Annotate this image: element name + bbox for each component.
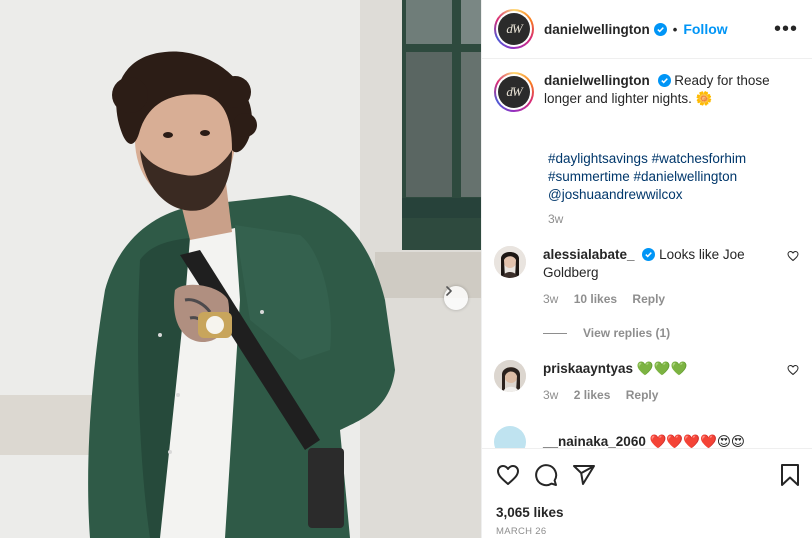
chevron-right-icon: [446, 286, 452, 296]
action-icons: [496, 459, 801, 491]
heart-icon[interactable]: [787, 364, 799, 379]
heart-icon[interactable]: [787, 250, 799, 265]
hashtag-link[interactable]: #summertime: [548, 169, 630, 184]
comment-body: __nainaka_2060 ❤️❤️❤️❤️😍😍: [543, 433, 773, 448]
share-icon[interactable]: [572, 463, 596, 487]
commenter-avatar[interactable]: [494, 426, 526, 448]
verified-icon: [657, 74, 671, 87]
avatar-monogram: dW: [498, 13, 530, 45]
caption-hashtags: #daylightsavings #watchesforhim #summert…: [548, 150, 799, 204]
separator-dot: •: [672, 21, 678, 37]
comment-item: __nainaka_2060 ❤️❤️❤️❤️😍😍: [494, 426, 799, 448]
comment-body: priskaayntyas 💚💚💚 3w 2 likes Reply: [543, 360, 773, 404]
commenter-username[interactable]: alessialabate_: [543, 247, 635, 262]
comment-likes[interactable]: 10 likes: [574, 292, 617, 306]
commenter-username[interactable]: __nainaka_2060: [543, 434, 646, 448]
comment-icon[interactable]: [534, 463, 558, 487]
comment-meta: 3w 2 likes Reply: [543, 386, 773, 404]
post-header: dW danielwellington • Follow •••: [482, 0, 812, 59]
reply-button[interactable]: Reply: [626, 388, 659, 402]
commenter-username[interactable]: priskaayntyas: [543, 361, 633, 376]
next-photo-button[interactable]: [444, 286, 468, 310]
author-username[interactable]: danielwellington: [544, 22, 650, 37]
hashtag-link[interactable]: #daylightsavings: [548, 151, 648, 166]
caption-text: danielwellington Ready for those longer …: [544, 72, 789, 108]
comment-likes[interactable]: 2 likes: [574, 388, 611, 402]
comment-meta: 3w 10 likes Reply: [543, 290, 773, 308]
post-actions: 3,065 likes MARCH 26: [482, 448, 812, 538]
comment-text: 💚💚💚: [636, 361, 688, 376]
comment-age[interactable]: 3w: [543, 292, 558, 306]
verified-icon: [642, 248, 656, 261]
reply-button[interactable]: Reply: [632, 292, 665, 306]
bookmark-icon[interactable]: [779, 463, 801, 487]
more-icon[interactable]: •••: [774, 19, 798, 39]
mention-link[interactable]: @joshuaandrewwilcox: [548, 187, 683, 202]
follow-button[interactable]: Follow: [683, 21, 727, 37]
post-side-panel: dW danielwellington • Follow ••• dW dani…: [481, 0, 812, 538]
caption-meta: 3w: [548, 212, 799, 226]
avatar-monogram: dW: [498, 76, 530, 108]
verified-icon: [653, 22, 667, 36]
hashtag-link[interactable]: #danielwellington: [634, 169, 738, 184]
comments-scroll-area[interactable]: dW danielwellington Ready for those long…: [482, 60, 812, 448]
likes-count[interactable]: 3,065 likes: [496, 505, 801, 520]
caption: dW danielwellington Ready for those long…: [494, 72, 799, 112]
post-photo[interactable]: [0, 0, 481, 538]
comment-age[interactable]: 3w: [543, 388, 558, 402]
author-avatar[interactable]: dW: [494, 9, 534, 49]
post-date[interactable]: MARCH 26: [496, 526, 801, 537]
caption-age[interactable]: 3w: [548, 212, 563, 226]
comment-item: alessialabate_ Looks like Joe Goldberg 3…: [494, 246, 799, 340]
replies-divider: [543, 332, 567, 334]
view-replies-label: View replies (1): [583, 326, 671, 340]
comment-text: ❤️❤️❤️❤️😍😍: [649, 434, 745, 448]
view-replies-button[interactable]: View replies (1): [543, 326, 799, 340]
comment-item: priskaayntyas 💚💚💚 3w 2 likes Reply: [494, 360, 799, 404]
caption-username[interactable]: danielwellington: [544, 73, 650, 88]
post-dialog: dW danielwellington • Follow ••• dW dani…: [0, 0, 812, 538]
photo-illustration: [0, 0, 481, 538]
caption-avatar[interactable]: dW: [494, 72, 534, 112]
heart-icon[interactable]: [496, 463, 520, 487]
commenter-avatar[interactable]: [494, 246, 526, 278]
hashtag-link[interactable]: #watchesforhim: [652, 151, 747, 166]
comment-body: alessialabate_ Looks like Joe Goldberg 3…: [543, 246, 773, 308]
commenter-avatar[interactable]: [494, 360, 526, 392]
